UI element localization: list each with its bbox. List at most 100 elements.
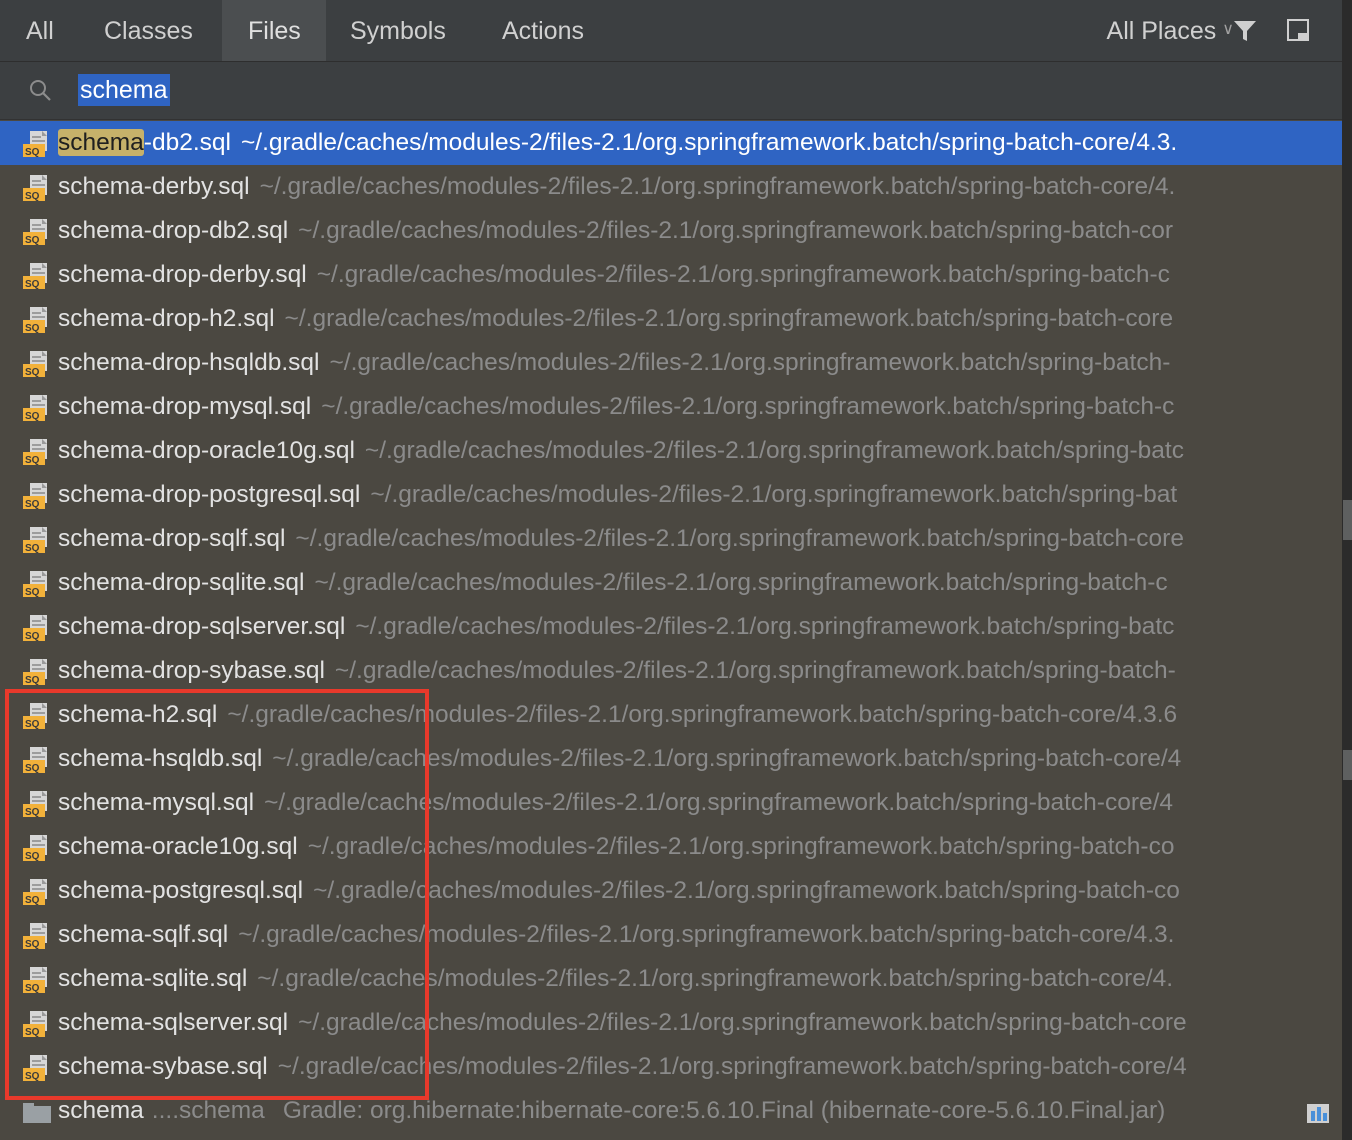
sql-file-icon: SQ [23, 1055, 47, 1082]
result-list: SQ schema-db2.sql ~/.gradle/caches/module… [0, 121, 1342, 1133]
file-path: ~/.gradle/caches/modules-2/files-2.1/org… [259, 173, 1176, 200]
file-path: ~/.gradle/caches/modules-2/files-2.1/org… [298, 217, 1174, 244]
file-path: ~/.gradle/caches/modules-2/files-2.1/org… [257, 965, 1174, 992]
file-name: schema-drop-db2.sql [58, 217, 289, 244]
result-row[interactable]: SQ schema-derby.sql ~/.gradle/caches/modu… [0, 165, 1342, 209]
sql-file-icon: SQ [23, 923, 47, 950]
result-row[interactable]: SQ schema-h2.sql ~/.gradle/caches/modules… [0, 693, 1342, 737]
svg-text:SQ: SQ [25, 675, 40, 686]
result-row[interactable]: SQ schema-sqlf.sql ~/.gradle/caches/modul… [0, 913, 1342, 957]
file-name: schema-drop-mysql.sql [58, 393, 312, 420]
file-name: schema-drop-sqlserver.sql [58, 613, 346, 640]
file-path: ~/.gradle/caches/modules-2/files-2.1/org… [316, 261, 1170, 288]
result-row[interactable]: SQ schema-sqlserver.sql ~/.gradle/caches/… [0, 1001, 1342, 1045]
tab-bar: All Classes Files Symbols Actions All Pl… [0, 0, 1342, 62]
file-path: ~/.gradle/caches/modules-2/files-2.1/org… [227, 701, 1178, 728]
result-row[interactable]: SQ schema-drop-hsqldb.sql ~/.gradle/cache… [0, 341, 1342, 385]
file-name: schema-drop-hsqldb.sql [58, 349, 320, 376]
file-path: ~/.gradle/caches/modules-2/files-2.1/org… [329, 349, 1171, 376]
tab-all[interactable]: All [0, 0, 80, 61]
file-name: schema-mysql.sql [58, 789, 255, 816]
tab-files[interactable]: Files [222, 0, 326, 61]
tab-actions[interactable]: Actions [476, 0, 610, 61]
svg-text:SQ: SQ [25, 983, 40, 994]
svg-text:SQ: SQ [25, 191, 40, 202]
tab-symbols[interactable]: Symbols [324, 0, 472, 61]
sql-file-icon: SQ [23, 879, 47, 906]
file-name: schema-drop-sqlf.sql [58, 525, 286, 552]
file-path: ~/.gradle/caches/modules-2/files-2.1/org… [334, 657, 1176, 684]
svg-text:SQ: SQ [25, 895, 40, 906]
result-row[interactable]: SQ schema-mysql.sql ~/.gradle/caches/modu… [0, 781, 1342, 825]
library-location: Gradle: org.hibernate:hibernate-core:5.6… [282, 1097, 1166, 1124]
result-row[interactable]: SQ schema-oracle10g.sql ~/.gradle/caches/… [0, 825, 1342, 869]
result-row[interactable]: SQ schema-sqlite.sql ~/.gradle/caches/mod… [0, 957, 1342, 1001]
sql-file-icon: SQ [23, 351, 47, 378]
file-name: schema-db2.sql [58, 129, 231, 156]
result-row[interactable]: SQ schema-drop-sqlserver.sql ~/.gradle/ca… [0, 605, 1342, 649]
open-in-window-icon[interactable] [1287, 19, 1309, 41]
library-name: schema [58, 1097, 144, 1124]
result-row[interactable]: SQ schema-db2.sql ~/.gradle/caches/module… [0, 121, 1342, 165]
file-path: ~/.gradle/caches/modules-2/files-2.1/org… [321, 393, 1175, 420]
file-name: schema-sqlf.sql [58, 921, 229, 948]
library-result-row[interactable]: schema ....schema Gradle: org.hibernate:hi… [0, 1089, 1342, 1133]
file-path: ~/.gradle/caches/modules-2/files-2.1/org… [284, 305, 1174, 332]
folder-icon [23, 1103, 51, 1123]
search-icon [30, 80, 51, 101]
file-path: ~/.gradle/caches/modules-2/files-2.1/org… [313, 877, 1180, 904]
result-row[interactable]: SQ schema-drop-postgresql.sql ~/.gradle/c… [0, 473, 1342, 517]
result-row[interactable]: SQ schema-drop-mysql.sql ~/.gradle/caches… [0, 385, 1342, 429]
svg-text:SQ: SQ [25, 147, 40, 158]
svg-text:SQ: SQ [25, 807, 40, 818]
svg-text:SQ: SQ [25, 411, 40, 422]
result-row[interactable]: SQ schema-drop-derby.sql ~/.gradle/caches… [0, 253, 1342, 297]
file-name: schema-postgresql.sql [58, 877, 304, 904]
result-row[interactable]: SQ schema-hsqldb.sql ~/.gradle/caches/mod… [0, 737, 1342, 781]
search-bar: schema [0, 62, 1342, 120]
scrollbar-marker [1343, 750, 1352, 780]
scope-dropdown[interactable]: All Places ∨ [1107, 0, 1234, 61]
file-name: schema-hsqldb.sql [58, 745, 263, 772]
scope-label: All Places [1106, 17, 1217, 45]
sql-file-icon: SQ [23, 571, 47, 598]
svg-text:SQ: SQ [25, 499, 40, 510]
sql-file-icon: SQ [23, 967, 47, 994]
result-row[interactable]: SQ schema-drop-sybase.sql ~/.gradle/cache… [0, 649, 1342, 693]
result-row[interactable]: SQ schema-drop-h2.sql ~/.gradle/caches/mo… [0, 297, 1342, 341]
file-name: schema-drop-h2.sql [58, 305, 275, 332]
sql-file-icon: SQ [23, 483, 47, 510]
search-input[interactable]: schema [78, 74, 170, 106]
file-path: ~/.gradle/caches/modules-2/files-2.1/org… [277, 1053, 1187, 1080]
file-name: schema-drop-sqlite.sql [58, 569, 305, 596]
svg-text:SQ: SQ [25, 939, 40, 950]
result-row[interactable]: SQ schema-drop-sqlf.sql ~/.gradle/caches/… [0, 517, 1342, 561]
library-jar-icon [1307, 1104, 1329, 1123]
search-everywhere-popup: All Classes Files Symbols Actions All Pl… [0, 0, 1342, 1140]
result-row[interactable]: SQ schema-drop-oracle10g.sql ~/.gradle/ca… [0, 429, 1342, 473]
svg-text:SQ: SQ [25, 455, 40, 466]
sql-file-icon: SQ [23, 439, 47, 466]
svg-text:SQ: SQ [25, 323, 40, 334]
svg-text:SQ: SQ [25, 279, 40, 290]
result-row[interactable]: SQ schema-drop-sqlite.sql ~/.gradle/cache… [0, 561, 1342, 605]
sql-file-icon: SQ [23, 615, 47, 642]
result-row[interactable]: SQ schema-sybase.sql ~/.gradle/caches/mod… [0, 1045, 1342, 1089]
library-subpath: ....schema [151, 1097, 265, 1124]
svg-text:SQ: SQ [25, 543, 40, 554]
file-path: ~/.gradle/caches/modules-2/files-2.1/org… [370, 481, 1178, 508]
result-row[interactable]: SQ schema-drop-db2.sql ~/.gradle/caches/m… [0, 209, 1342, 253]
file-path: ~/.gradle/caches/modules-2/files-2.1/org… [240, 129, 1178, 156]
tab-classes[interactable]: Classes [78, 0, 219, 61]
svg-text:SQ: SQ [25, 631, 40, 642]
file-name: schema-sqlserver.sql [58, 1009, 289, 1036]
file-name: schema-drop-oracle10g.sql [58, 437, 355, 464]
result-row[interactable]: SQ schema-postgresql.sql ~/.gradle/caches… [0, 869, 1342, 913]
file-path: ~/.gradle/caches/modules-2/files-2.1/org… [314, 569, 1168, 596]
svg-text:SQ: SQ [25, 851, 40, 862]
svg-text:SQ: SQ [25, 1027, 40, 1038]
sql-file-icon: SQ [23, 659, 47, 686]
filter-icon[interactable] [1232, 18, 1258, 44]
file-name: schema-sqlite.sql [58, 965, 248, 992]
svg-text:SQ: SQ [25, 367, 40, 378]
